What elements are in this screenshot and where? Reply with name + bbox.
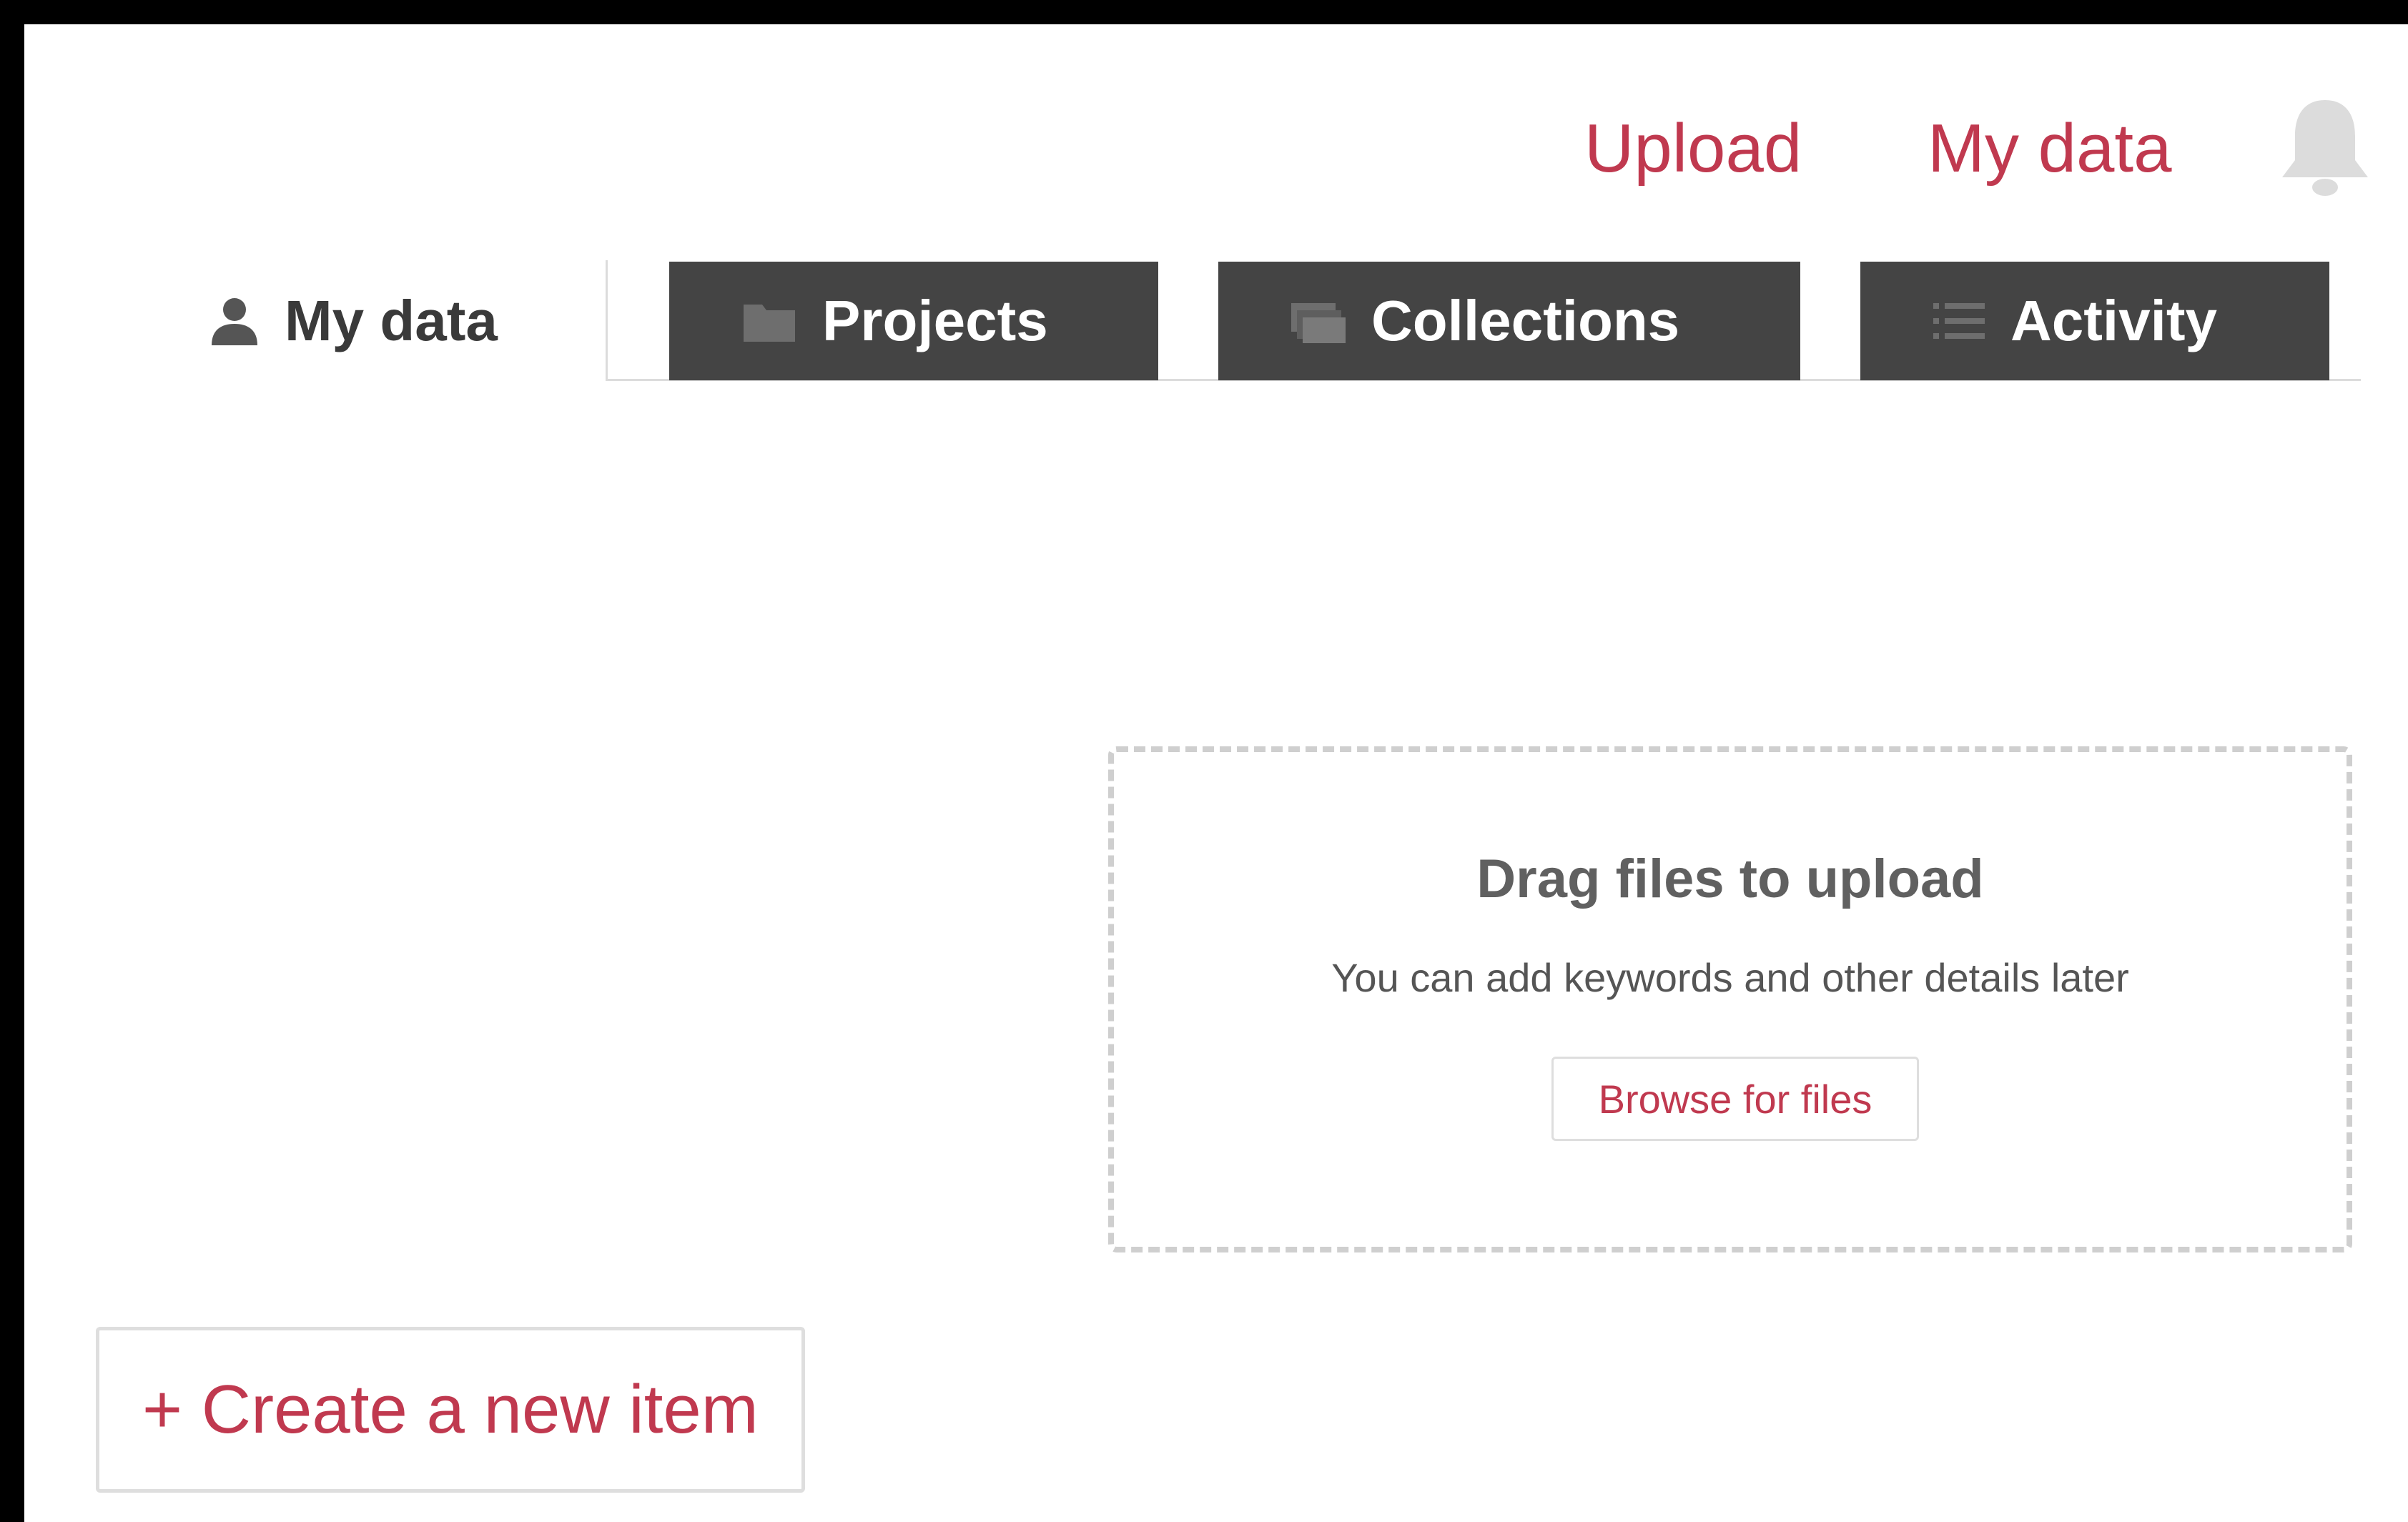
tab-my-data[interactable]: My data (179, 260, 608, 381)
app-frame: Upload My data My data Projects Collecti… (0, 0, 2408, 1522)
folder-icon (744, 305, 795, 342)
tab-activity-label: Activity (2010, 289, 2217, 352)
create-new-item-button[interactable]: + Create a new item (96, 1327, 805, 1493)
tab-collections-label: Collections (1371, 289, 1680, 352)
tab-my-data-label: My data (285, 288, 498, 352)
dropzone-title: Drag files to upload (1476, 849, 1984, 909)
collections-icon (1291, 303, 1346, 343)
dropzone-subtitle: You can add keywords and other details l… (1331, 955, 2129, 1000)
upload-dropzone[interactable]: Drag files to upload You can add keyword… (1108, 746, 2352, 1252)
nav-upload-link[interactable]: Upload (1584, 114, 1802, 183)
tab-collections[interactable]: Collections (1218, 262, 1800, 380)
bell-icon[interactable] (2275, 94, 2375, 202)
list-icon (1933, 303, 1985, 339)
tab-projects-label: Projects (822, 289, 1048, 352)
tab-activity[interactable]: Activity (1860, 262, 2329, 380)
nav-my-data-link[interactable]: My data (1928, 114, 2171, 183)
browse-files-button[interactable]: Browse for files (1551, 1057, 1919, 1141)
tab-projects[interactable]: Projects (669, 262, 1158, 380)
user-icon (212, 297, 257, 345)
